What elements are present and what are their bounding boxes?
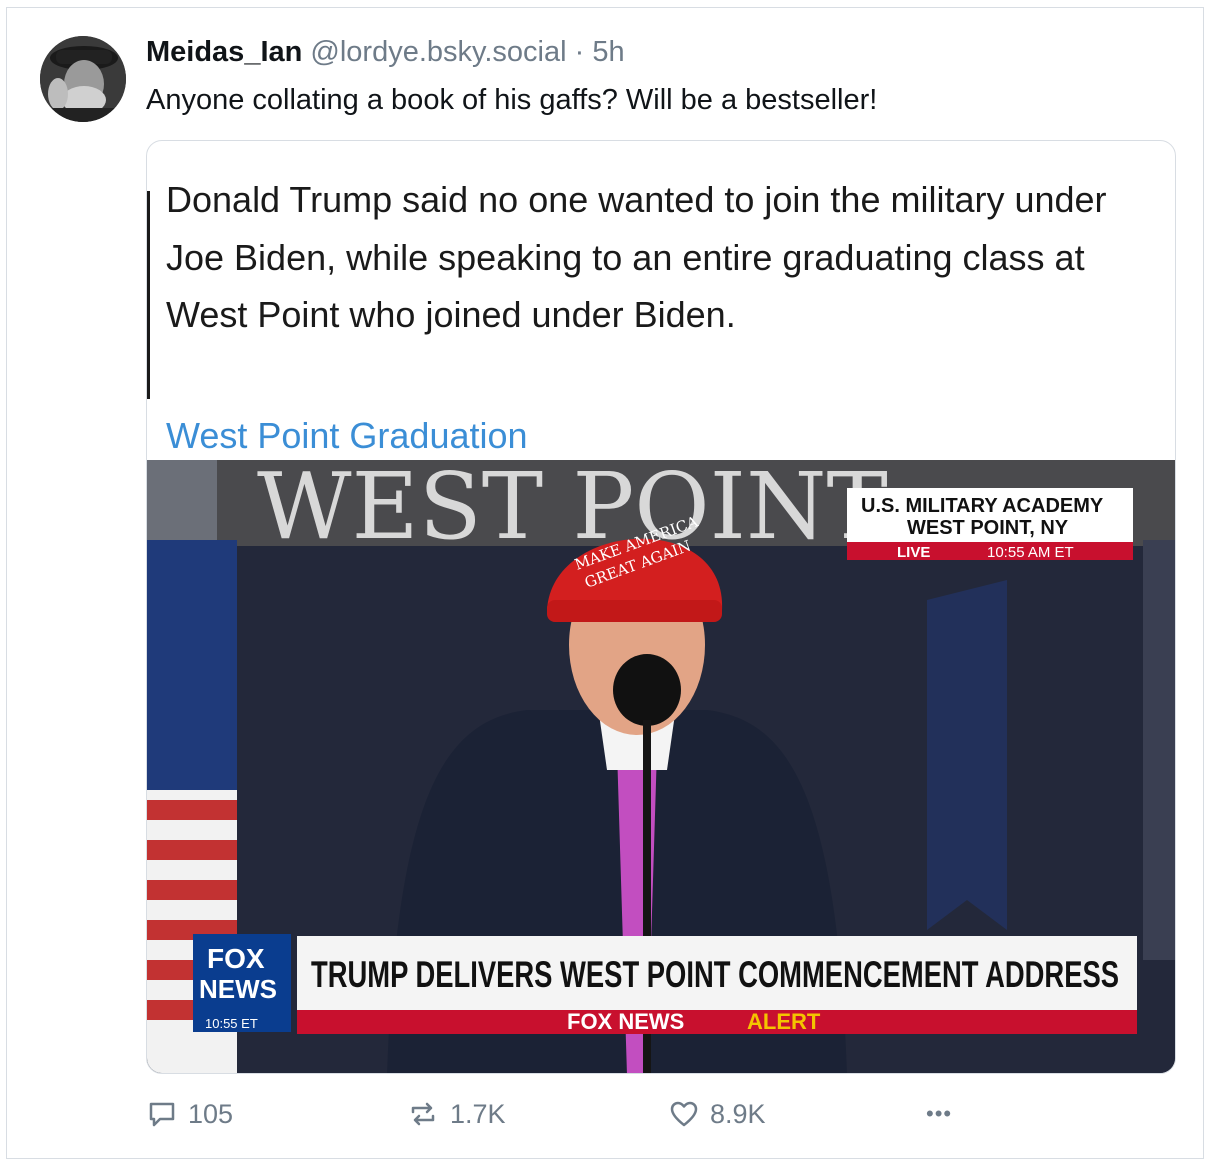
more-icon: ••• <box>926 1101 953 1126</box>
reply-button[interactable]: 105 <box>146 1094 233 1134</box>
network-line-1: FOX <box>207 943 265 974</box>
fox-news-ticker: FOX NEWS 10:55 ET TRUMP DELIVERS WEST PO… <box>193 934 1137 1034</box>
embed-link[interactable]: West Point Graduation <box>166 411 528 461</box>
embed-video[interactable]: WEST POINT MAKE AMERICA GREAT AGAIN U.S.… <box>147 460 1175 1073</box>
post-text: Anyone collating a book of his gaffs? Wi… <box>146 84 878 116</box>
quote-rule <box>147 191 150 399</box>
heart-icon <box>670 1101 698 1127</box>
video-frame: WEST POINT MAKE AMERICA GREAT AGAIN U.S.… <box>147 460 1175 1073</box>
like-button[interactable]: 8.9K <box>668 1094 766 1134</box>
live-time: 10:55 AM ET <box>987 544 1074 561</box>
post-time[interactable]: 5h <box>592 36 624 68</box>
author-name[interactable]: Meidas_Ian <box>146 36 302 68</box>
alert-prefix: FOX NEWS <box>567 1009 684 1034</box>
repost-count: 1.7K <box>450 1098 506 1129</box>
location-line-1: U.S. MILITARY ACADEMY <box>861 495 1104 517</box>
repost-icon <box>411 1102 435 1126</box>
avatar[interactable] <box>40 36 126 122</box>
reply-count: 105 <box>188 1098 234 1129</box>
headline-text: TRUMP DELIVERS WEST POINT COMMENCEMENT A… <box>311 954 1119 995</box>
repost-button[interactable]: 1.7K <box>406 1094 506 1134</box>
embed-text: Donald Trump said no one wanted to join … <box>166 179 1107 335</box>
avatar-image <box>40 36 126 122</box>
post-header: Meidas_Ian @lordye.bsky.social · 5h <box>146 34 625 70</box>
author-handle[interactable]: @lordye.bsky.social <box>310 36 566 68</box>
more-button[interactable]: ••• <box>926 1094 952 1134</box>
location-line-2: WEST POINT, NY <box>907 517 1069 539</box>
live-label: LIVE <box>897 544 930 561</box>
separator-dot: · <box>574 36 585 68</box>
like-count: 8.9K <box>710 1098 766 1129</box>
network-line-2: NEWS <box>199 974 277 1004</box>
network-time: 10:55 ET <box>205 1016 258 1031</box>
post-actions: 105 1.7K 8.9K ••• <box>0 1094 1208 1134</box>
location-overlay: U.S. MILITARY ACADEMY WEST POINT, NY LIV… <box>847 488 1133 561</box>
alert-word: ALERT <box>747 1009 821 1034</box>
reply-icon <box>149 1102 175 1127</box>
wall-text: WEST POINT <box>257 460 888 560</box>
external-embed-card[interactable]: Donald Trump said no one wanted to join … <box>146 140 1176 1074</box>
